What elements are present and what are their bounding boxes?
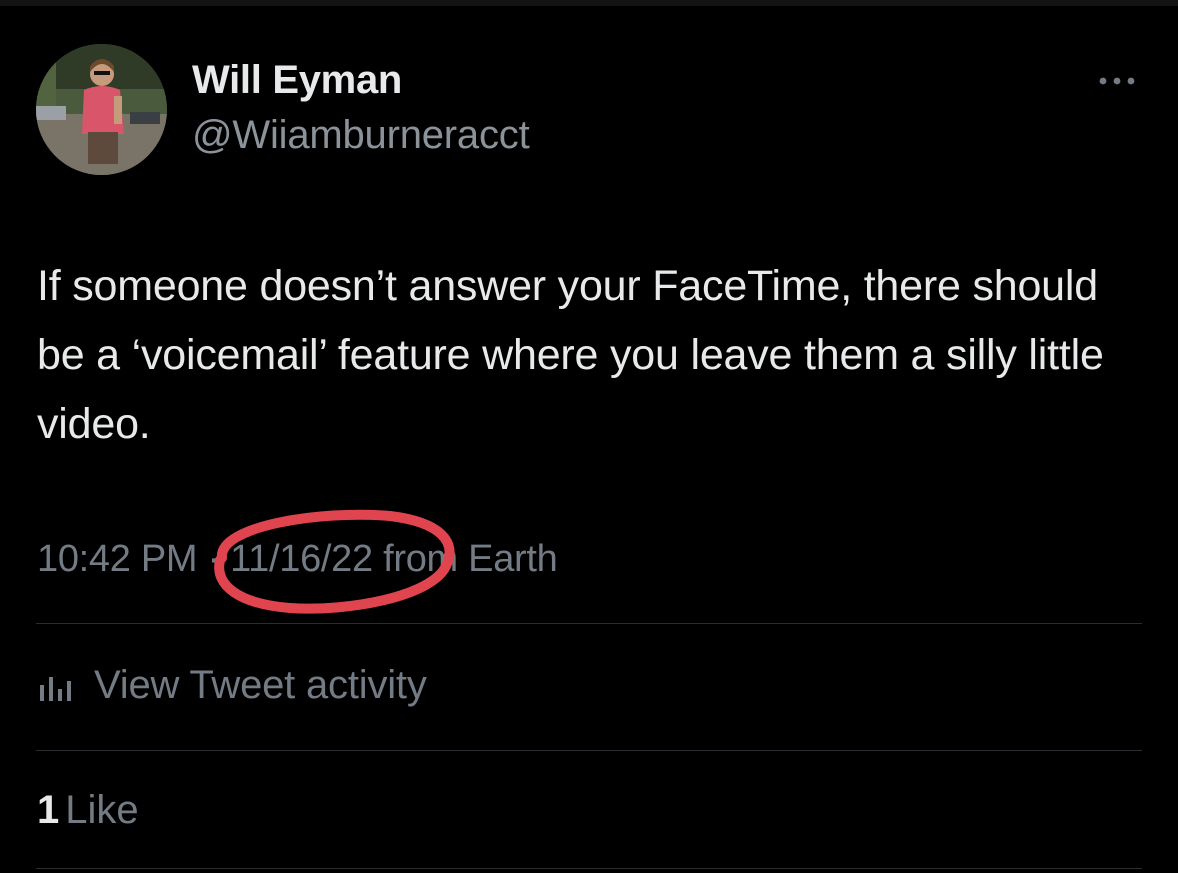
divider [36,750,1142,751]
tweet-text: If someone doesn’t answer your FaceTime,… [37,262,1104,448]
divider [36,623,1142,624]
bar-chart-icon [37,665,77,705]
likes-count: 1 [37,788,60,832]
likes-link[interactable]: 1 Like [37,788,139,833]
more-horizontal-icon [1099,77,1135,85]
avatar-photo [36,44,167,175]
meta-separator: · [197,538,231,580]
tweet-time[interactable]: 10:42 PM [37,538,198,580]
view-tweet-activity-button[interactable]: View Tweet activity [37,660,427,710]
tweet-source: from Earth [372,538,558,580]
avatar[interactable] [36,44,167,175]
tweet-date[interactable]: 11/16/22 [230,538,373,580]
view-tweet-activity-label: View Tweet activity [94,662,427,707]
likes-label: Like [65,788,139,832]
top-edge-rule [0,0,1178,6]
author-handle[interactable]: @Wiiamburneracct [192,113,530,158]
author-display-name[interactable]: Will Eyman [192,58,402,103]
divider [36,868,1142,869]
more-options-button[interactable] [1093,64,1141,98]
tweet-metadata: 10:42 PM · 11/16/22 from Earth [37,538,558,581]
